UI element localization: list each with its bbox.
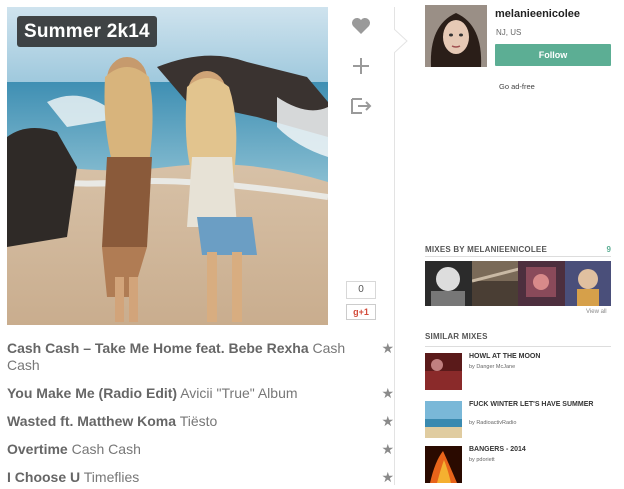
track-title: I Choose U: [7, 469, 81, 485]
similar-mixes-heading: SIMILAR MIXES: [425, 332, 488, 341]
similar-mix-author[interactable]: by Danger McJane: [469, 364, 515, 370]
star-icon[interactable]: ★: [381, 413, 394, 430]
similar-mix-title[interactable]: FUCK WINTER LET'S HAVE SUMMER: [469, 401, 609, 409]
track-item[interactable]: I Choose U Timeflies ★: [7, 469, 397, 486]
track-artist: Avicii "True" Album: [180, 385, 298, 401]
similar-mix-author[interactable]: by RadioactivRadio: [469, 420, 516, 426]
track-title: Wasted ft. Matthew Koma: [7, 413, 177, 429]
mix-thumbnail[interactable]: [471, 261, 518, 306]
mix-thumbnail[interactable]: [518, 261, 565, 306]
mixes-by-heading[interactable]: MIXES BY MELANIEENICOLEE: [425, 245, 547, 254]
go-ad-free-link[interactable]: Go ad-free: [499, 82, 535, 91]
mix-page: Summer 2k14 0 g+1 Cash Cash – Take Me Ho…: [0, 0, 624, 489]
track-title: You Make Me (Radio Edit): [7, 385, 178, 401]
star-icon[interactable]: ★: [381, 385, 394, 402]
track-list: Cash Cash – Take Me Home feat. Bebe Rexh…: [7, 340, 397, 489]
similar-mix-item[interactable]: HOWL AT THE MOON by Danger McJane: [425, 353, 615, 391]
track-item[interactable]: Wasted ft. Matthew Koma Tiësto ★: [7, 413, 397, 430]
track-artist: Timeflies: [83, 469, 140, 485]
similar-mix-thumbnail[interactable]: [425, 353, 462, 390]
mix-thumbnail[interactable]: [564, 261, 611, 306]
similar-mix-author[interactable]: by pdoriett: [469, 457, 495, 463]
divider: [425, 346, 611, 347]
track-title: Cash Cash – Take Me Home feat. Bebe Rexh…: [7, 340, 309, 356]
mix-thumbnail[interactable]: [425, 261, 472, 306]
track-artist: Cash Cash: [71, 441, 141, 457]
profile-location: NJ, US: [496, 28, 522, 37]
mix-cover-image[interactable]: Summer 2k14: [7, 7, 328, 325]
avatar[interactable]: [425, 5, 487, 67]
view-all-link[interactable]: View all: [586, 309, 607, 315]
share-icon: [351, 98, 372, 115]
track-item[interactable]: Overtime Cash Cash ★: [7, 441, 397, 458]
divider-arrow: [394, 29, 408, 53]
star-icon[interactable]: ★: [381, 340, 394, 357]
google-plus-button[interactable]: g+1: [346, 304, 376, 320]
divider: [425, 256, 611, 257]
mixes-count: 9: [606, 245, 611, 254]
heart-icon: [352, 18, 370, 35]
plus-icon: [353, 58, 369, 75]
similar-mix-item[interactable]: BANGERS - 2014 by pdoriett: [425, 446, 615, 484]
profile-username[interactable]: melanieenicolee: [495, 8, 580, 20]
mix-actions: [345, 10, 377, 128]
follow-button[interactable]: Follow: [495, 44, 611, 66]
mix-title: Summer 2k14: [17, 16, 157, 47]
like-button[interactable]: [345, 10, 377, 48]
star-icon[interactable]: ★: [381, 441, 394, 458]
similar-mix-title[interactable]: HOWL AT THE MOON: [469, 353, 609, 361]
similar-mix-thumbnail[interactable]: [425, 401, 462, 438]
cover-photo: [7, 7, 328, 325]
track-title: Overtime: [7, 441, 68, 457]
similar-mix-title[interactable]: BANGERS - 2014: [469, 446, 609, 454]
star-icon[interactable]: ★: [381, 469, 394, 486]
mixes-by-thumbnails: [425, 261, 611, 306]
similar-mix-thumbnail[interactable]: [425, 446, 462, 483]
track-item[interactable]: Cash Cash – Take Me Home feat. Bebe Rexh…: [7, 340, 397, 374]
add-to-collection-button[interactable]: [345, 50, 377, 88]
track-artist: Tiësto: [179, 413, 218, 429]
share-button[interactable]: [345, 90, 377, 128]
similar-mix-item[interactable]: FUCK WINTER LET'S HAVE SUMMER by Radioac…: [425, 401, 615, 439]
track-item[interactable]: You Make Me (Radio Edit) Avicii "True" A…: [7, 385, 397, 402]
share-counter: 0: [346, 281, 376, 299]
